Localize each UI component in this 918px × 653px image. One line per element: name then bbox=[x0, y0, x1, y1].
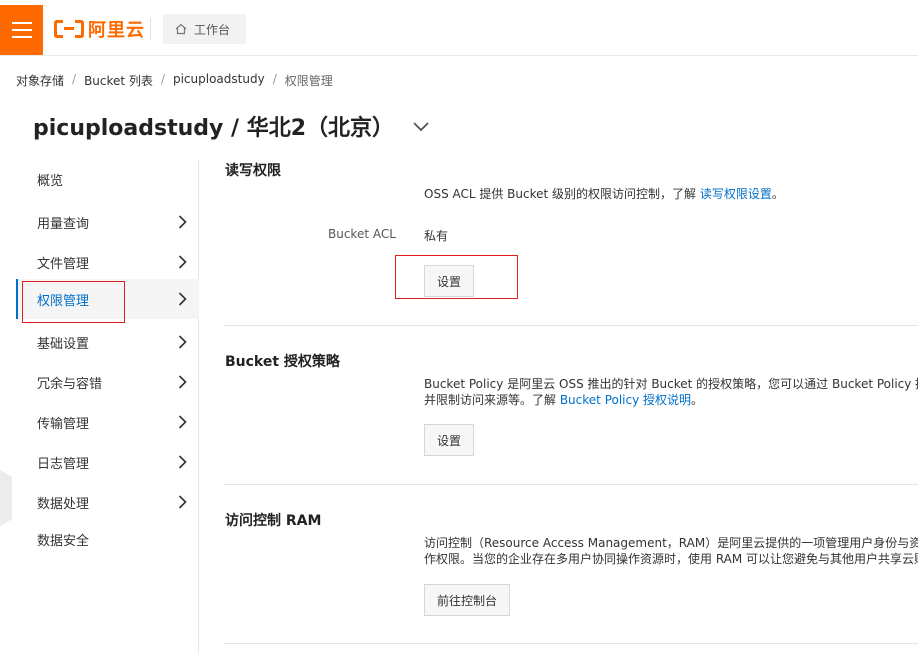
breadcrumb: 对象存储 / Bucket 列表 / picuploadstudy / 权限管理 bbox=[16, 72, 333, 89]
section-divider bbox=[224, 325, 918, 326]
acl-description: OSS ACL 提供 Bucket 级别的权限访问控制，了解 读写权限设置。 bbox=[424, 186, 784, 202]
chevron-right-icon bbox=[178, 495, 187, 509]
policy-doc-link[interactable]: Bucket Policy 授权说明 bbox=[560, 393, 691, 407]
sidebar-item-basic-settings[interactable]: 基础设置 bbox=[16, 322, 199, 362]
workbench-button[interactable]: 工作台 bbox=[163, 14, 246, 44]
ram-description-line1: 访问控制（Resource Access Management，RAM）是阿里云… bbox=[424, 536, 918, 550]
breadcrumb-item-current: 权限管理 bbox=[284, 74, 333, 88]
sidebar-item-label: 基础设置 bbox=[37, 336, 90, 352]
workbench-label: 工作台 bbox=[194, 22, 231, 37]
home-icon bbox=[175, 23, 187, 35]
chevron-right-icon bbox=[178, 415, 187, 429]
page-title-text: picuploadstudy / 华北2（北京） bbox=[33, 116, 395, 141]
breadcrumb-item-bucket-list[interactable]: Bucket 列表 bbox=[84, 72, 153, 89]
highlight-box-sidebar bbox=[22, 281, 125, 323]
sidebar-item-label: 概览 bbox=[37, 173, 64, 189]
policy-desc-suffix: 。 bbox=[691, 393, 704, 407]
sidebar-item-data-processing[interactable]: 数据处理 bbox=[16, 482, 199, 522]
bucket-acl-label: Bucket ACL bbox=[328, 227, 396, 241]
sidebar-item-label: 数据安全 bbox=[37, 533, 90, 549]
header-divider bbox=[150, 18, 151, 40]
policy-settings-button[interactable]: 设置 bbox=[424, 424, 474, 456]
sidebar: 概览 用量查询 文件管理 权限管理 基础设置 冗余与容错 传输管理 日志管理 数… bbox=[16, 159, 199, 653]
acl-desc-suffix: 。 bbox=[771, 187, 784, 201]
sidebar-item-label: 数据处理 bbox=[37, 496, 90, 512]
section-title-policy: Bucket 授权策略 bbox=[225, 354, 340, 370]
sidebar-item-label: 文件管理 bbox=[37, 256, 90, 272]
chevron-right-icon bbox=[178, 455, 187, 469]
aliyun-logo-icon bbox=[54, 20, 84, 38]
policy-desc-text: 并限制访问来源等。了解 bbox=[424, 393, 560, 407]
logo-text: 阿里云 bbox=[88, 20, 145, 41]
chevron-right-icon bbox=[178, 335, 187, 349]
sidebar-item-label: 冗余与容错 bbox=[37, 376, 103, 392]
top-bar: 阿里云 工作台 bbox=[0, 0, 918, 56]
sidebar-item-logs[interactable]: 日志管理 bbox=[16, 442, 199, 482]
acl-doc-link[interactable]: 读写权限设置 bbox=[700, 187, 772, 201]
section-divider bbox=[224, 484, 918, 485]
section-title-ram: 访问控制 RAM bbox=[225, 513, 322, 529]
policy-description-line1: Bucket Policy 是阿里云 OSS 推出的针对 Bucket 的授权策… bbox=[424, 377, 918, 391]
breadcrumb-separator: / bbox=[72, 72, 77, 86]
sidebar-item-transfer[interactable]: 传输管理 bbox=[16, 402, 199, 442]
menu-icon[interactable] bbox=[0, 5, 43, 55]
acl-desc-text: OSS ACL 提供 Bucket 级别的权限访问控制，了解 bbox=[424, 187, 700, 201]
breadcrumb-separator: / bbox=[272, 72, 277, 86]
ram-console-button[interactable]: 前往控制台 bbox=[424, 584, 510, 616]
sidebar-item-data-security[interactable]: 数据安全 bbox=[16, 519, 199, 559]
sidebar-item-redundancy[interactable]: 冗余与容错 bbox=[16, 362, 199, 402]
chevron-right-icon bbox=[178, 255, 187, 269]
aliyun-logo[interactable]: 阿里云 bbox=[54, 18, 145, 41]
chevron-right-icon bbox=[178, 375, 187, 389]
sidebar-item-label: 用量查询 bbox=[37, 216, 90, 232]
breadcrumb-item-oss[interactable]: 对象存储 bbox=[16, 72, 64, 89]
sidebar-item-usage[interactable]: 用量查询 bbox=[16, 202, 199, 242]
sidebar-item-overview[interactable]: 概览 bbox=[16, 159, 199, 199]
chevron-right-icon bbox=[178, 292, 187, 306]
sidebar-item-label: 日志管理 bbox=[37, 456, 90, 472]
chevron-right-icon bbox=[178, 215, 187, 229]
breadcrumb-item-bucket[interactable]: picuploadstudy bbox=[173, 72, 265, 89]
sidebar-item-label: 传输管理 bbox=[37, 416, 90, 432]
section-divider bbox=[224, 643, 918, 644]
sidebar-item-files[interactable]: 文件管理 bbox=[16, 242, 199, 282]
highlight-box-acl-button bbox=[395, 255, 518, 299]
section-title-acl: 读写权限 bbox=[225, 163, 281, 179]
ram-description-line2: 作权限。当您的企业存在多用户协同操作资源时，使用 RAM 可以让您避免与其他用户… bbox=[424, 552, 918, 566]
bucket-acl-value: 私有 bbox=[424, 229, 449, 243]
page-title: picuploadstudy / 华北2（北京） bbox=[33, 110, 430, 142]
sidebar-collapse-handle[interactable] bbox=[0, 470, 12, 526]
policy-description-line2: 并限制访问来源等。了解 Bucket Policy 授权说明。 bbox=[424, 392, 703, 408]
breadcrumb-separator: / bbox=[160, 72, 165, 86]
chevron-down-icon[interactable] bbox=[412, 117, 430, 135]
